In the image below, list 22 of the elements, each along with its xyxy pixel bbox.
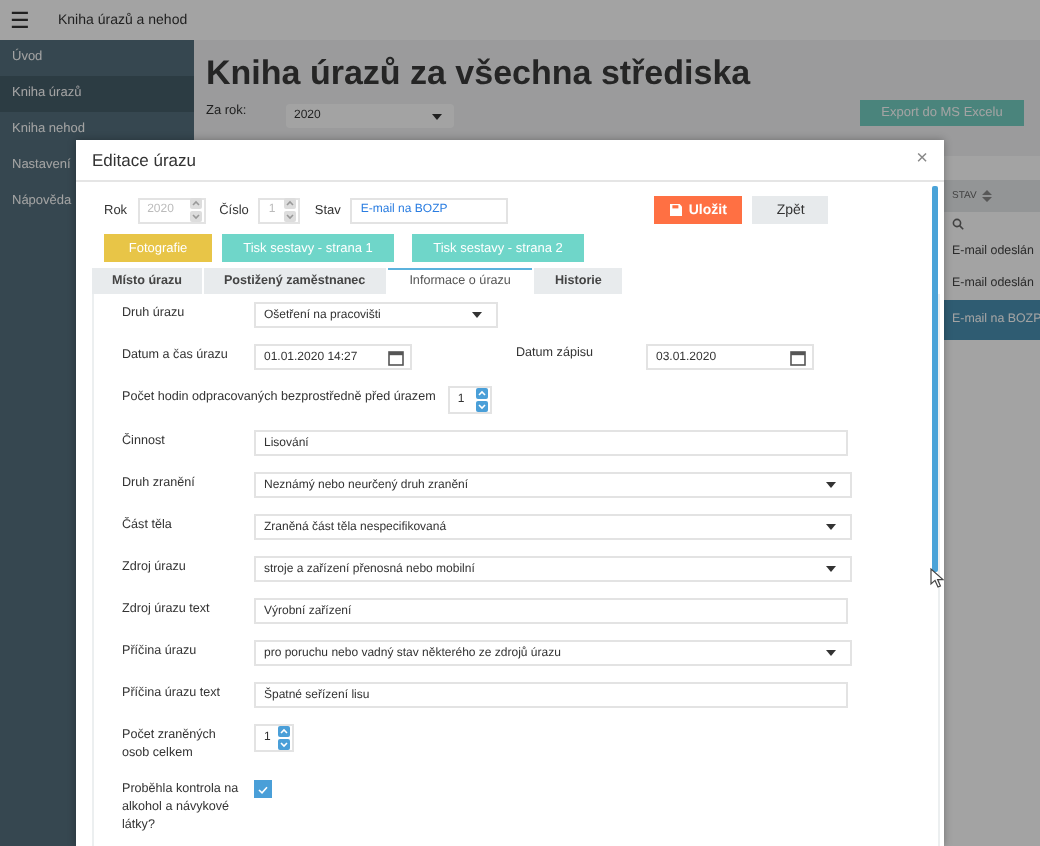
caret-icon [432,113,442,119]
spinner-icon [284,198,297,222]
caret-icon [826,566,836,572]
floppy-icon [670,204,683,216]
caret-icon [826,482,836,488]
calendar-icon [388,349,404,365]
spinner-icon [189,198,202,222]
check-icon [258,785,268,793]
caret-icon [826,524,836,530]
caret-icon [826,650,836,656]
modal-title: Editace úrazu [92,150,196,170]
scrollbar[interactable] [932,186,938,572]
page-title: Kniha úrazů za všechna střediska [206,54,753,94]
caret-icon [472,312,482,318]
search-icon [952,218,964,230]
menu-icon[interactable]: ☰ [10,7,30,33]
spinner-icon [278,726,290,750]
close-button[interactable]: × [916,150,928,170]
calendar-icon [790,349,806,365]
sort-icon [982,190,993,202]
spinner-icon [475,388,488,412]
checkbox[interactable] [254,780,272,798]
